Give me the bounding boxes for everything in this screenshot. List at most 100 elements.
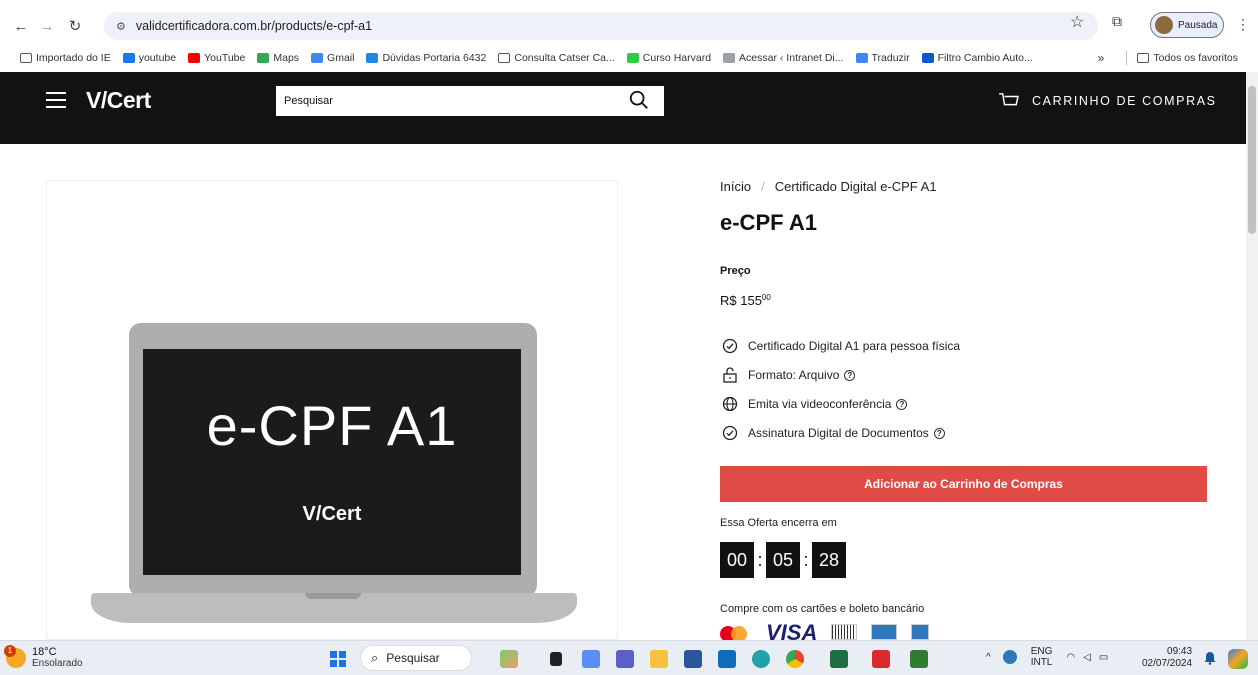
back-icon[interactable]: ← [8,8,34,44]
file-explorer-icon[interactable] [650,650,668,668]
add-to-cart-button[interactable]: Adicionar ao Carrinho de Compras [720,466,1207,502]
store-icon[interactable] [684,650,702,668]
teams-icon[interactable] [616,650,634,668]
bookmark-item[interactable]: Curso Harvard [626,52,712,64]
wifi-icon[interactable]: ◠ [1066,652,1075,663]
acrobat-icon[interactable] [872,650,890,668]
all-bookmarks-button[interactable]: Todos os favoritos [1137,52,1238,64]
browser-toolbar: ← → ↻ ⚙ validcertificadora.com.br/produc… [0,0,1258,72]
scrollbar-thumb[interactable] [1248,86,1256,234]
copilot-icon[interactable] [1228,649,1248,669]
all-bookmarks-label: Todos os favoritos [1153,52,1238,64]
globe-icon [722,396,738,412]
profile-button[interactable]: Pausada [1150,12,1224,38]
mail-icon[interactable] [718,650,736,668]
site-logo[interactable]: V/Cert [86,87,151,114]
check-circle-icon [722,338,738,354]
excel-icon[interactable] [830,650,848,668]
weather-widget[interactable]: 1 18°C Ensolarado [4,645,83,670]
bookmark-item[interactable]: Acessar ‹ Intranet Di... [723,52,844,64]
feature-label: Formato: Arquivo [748,368,840,382]
help-icon[interactable]: ? [844,369,856,381]
task-view-icon[interactable] [550,652,562,666]
page-scrollbar[interactable] [1246,72,1258,640]
forward-icon[interactable]: → [34,8,60,44]
bookmark-item[interactable]: youtube [122,52,177,64]
notification-badge: 1 [4,645,16,657]
feature-item: Assinatura Digital de Documentos? [722,425,945,441]
bookmark-favicon-icon [257,53,270,63]
bookmark-favicon-icon [122,53,135,63]
visa-icon: VISA [766,624,818,640]
address-bar[interactable]: ⚙ validcertificadora.com.br/products/e-c… [104,12,1098,40]
lang-bottom: INTL [1030,657,1053,668]
bookmark-label: Traduzir [871,52,910,64]
bookmark-item[interactable]: Gmail [311,52,354,64]
lock-icon [722,367,738,383]
check-circle-icon [722,425,738,441]
language-indicator[interactable]: ENG INTL [1031,646,1053,668]
price-label: Preço [720,265,751,277]
search-icon[interactable] [628,89,650,111]
page-title: e-CPF A1 [720,210,817,235]
help-icon[interactable]: ? [896,398,908,410]
bookmark-item[interactable]: Maps [257,52,299,64]
notepad-icon[interactable] [910,650,928,668]
search-input[interactable]: Pesquisar [276,86,664,116]
price-main: R$ 155 [720,293,762,308]
screen-logo: V/Cert [302,503,362,525]
amex-icon [871,624,898,640]
bookmark-label: youtube [138,52,177,64]
bookmark-item[interactable]: YouTube [188,52,245,64]
help-icon[interactable]: ? [933,427,945,439]
cloud-icon[interactable] [1002,650,1017,664]
feature-label: Assinatura Digital de Documentos [748,426,929,440]
bookmark-item[interactable]: Filtro Cambio Auto... [921,52,1033,64]
windows-start-icon[interactable] [330,651,346,667]
bookmark-label: Maps [273,52,300,64]
bookmark-star-icon[interactable]: ☆ [1070,12,1084,32]
chevron-up-icon[interactable]: ^ [986,652,991,663]
bookmark-label: Acessar ‹ Intranet Di... [739,52,844,64]
breadcrumb-separator: / [761,179,765,194]
payment-label: Compre com os cartões e boleto bancário [720,603,925,615]
bookmark-item[interactable]: Importado do IE [20,52,111,64]
feature-label: Certificado Digital A1 para pessoa físic… [748,339,961,353]
bookmarks-overflow-icon[interactable]: » [1098,51,1105,65]
bookmark-favicon-icon [855,53,868,63]
bookmark-favicon-icon [921,53,934,63]
bookmark-item[interactable]: Traduzir [855,52,910,64]
laptop-screen: e-CPF A1 V/Cert [143,349,521,575]
extensions-icon[interactable]: ⧉ [1112,13,1122,30]
laptop-base [91,593,577,623]
sun-icon: 1 [4,645,26,668]
bell-icon[interactable] [1204,651,1216,665]
cart-icon [999,93,1019,106]
cart-button[interactable]: CARRINHO DE COMPRAS [998,92,1217,110]
reload-icon[interactable]: ↻ [62,8,88,44]
bookmarks-right: » Todos os favoritos [1098,47,1250,69]
menu-icon[interactable]: ⋮ [1236,16,1250,33]
product-image: e-CPF A1 V/Cert [46,180,618,640]
edge-icon[interactable] [752,650,770,668]
site-info-icon[interactable]: ⚙ [116,20,126,33]
search-placeholder: Pesquisar [284,95,333,107]
screen-title: e-CPF A1 [206,394,458,457]
offer-label: Essa Oferta encerra em [720,517,837,529]
snipping-tool-icon[interactable] [582,650,600,668]
chrome-icon[interactable] [786,650,804,668]
widgets-icon[interactable] [500,650,518,668]
bookmark-item[interactable]: Consulta Catser Ca... [498,52,615,64]
volume-icon[interactable]: ◁ [1083,652,1091,663]
address-row: ← → ↻ ⚙ validcertificadora.com.br/produc… [0,8,1258,44]
breadcrumb-home[interactable]: Início [720,179,751,194]
search-icon: ⌕ [371,650,379,665]
taskbar-search[interactable]: ⌕ Pesquisar [360,645,472,671]
bookmark-label: Curso Harvard [642,52,712,64]
clock[interactable]: 09:43 02/07/2024 [1142,646,1192,670]
bookmark-item[interactable]: Dúvidas Portaria 6432 [366,52,486,64]
battery-icon[interactable]: ▭ [1099,652,1108,663]
hamburger-menu-icon[interactable] [46,92,66,108]
weather-status: Ensolarado [32,658,83,669]
bookmark-label: YouTube [204,52,246,64]
